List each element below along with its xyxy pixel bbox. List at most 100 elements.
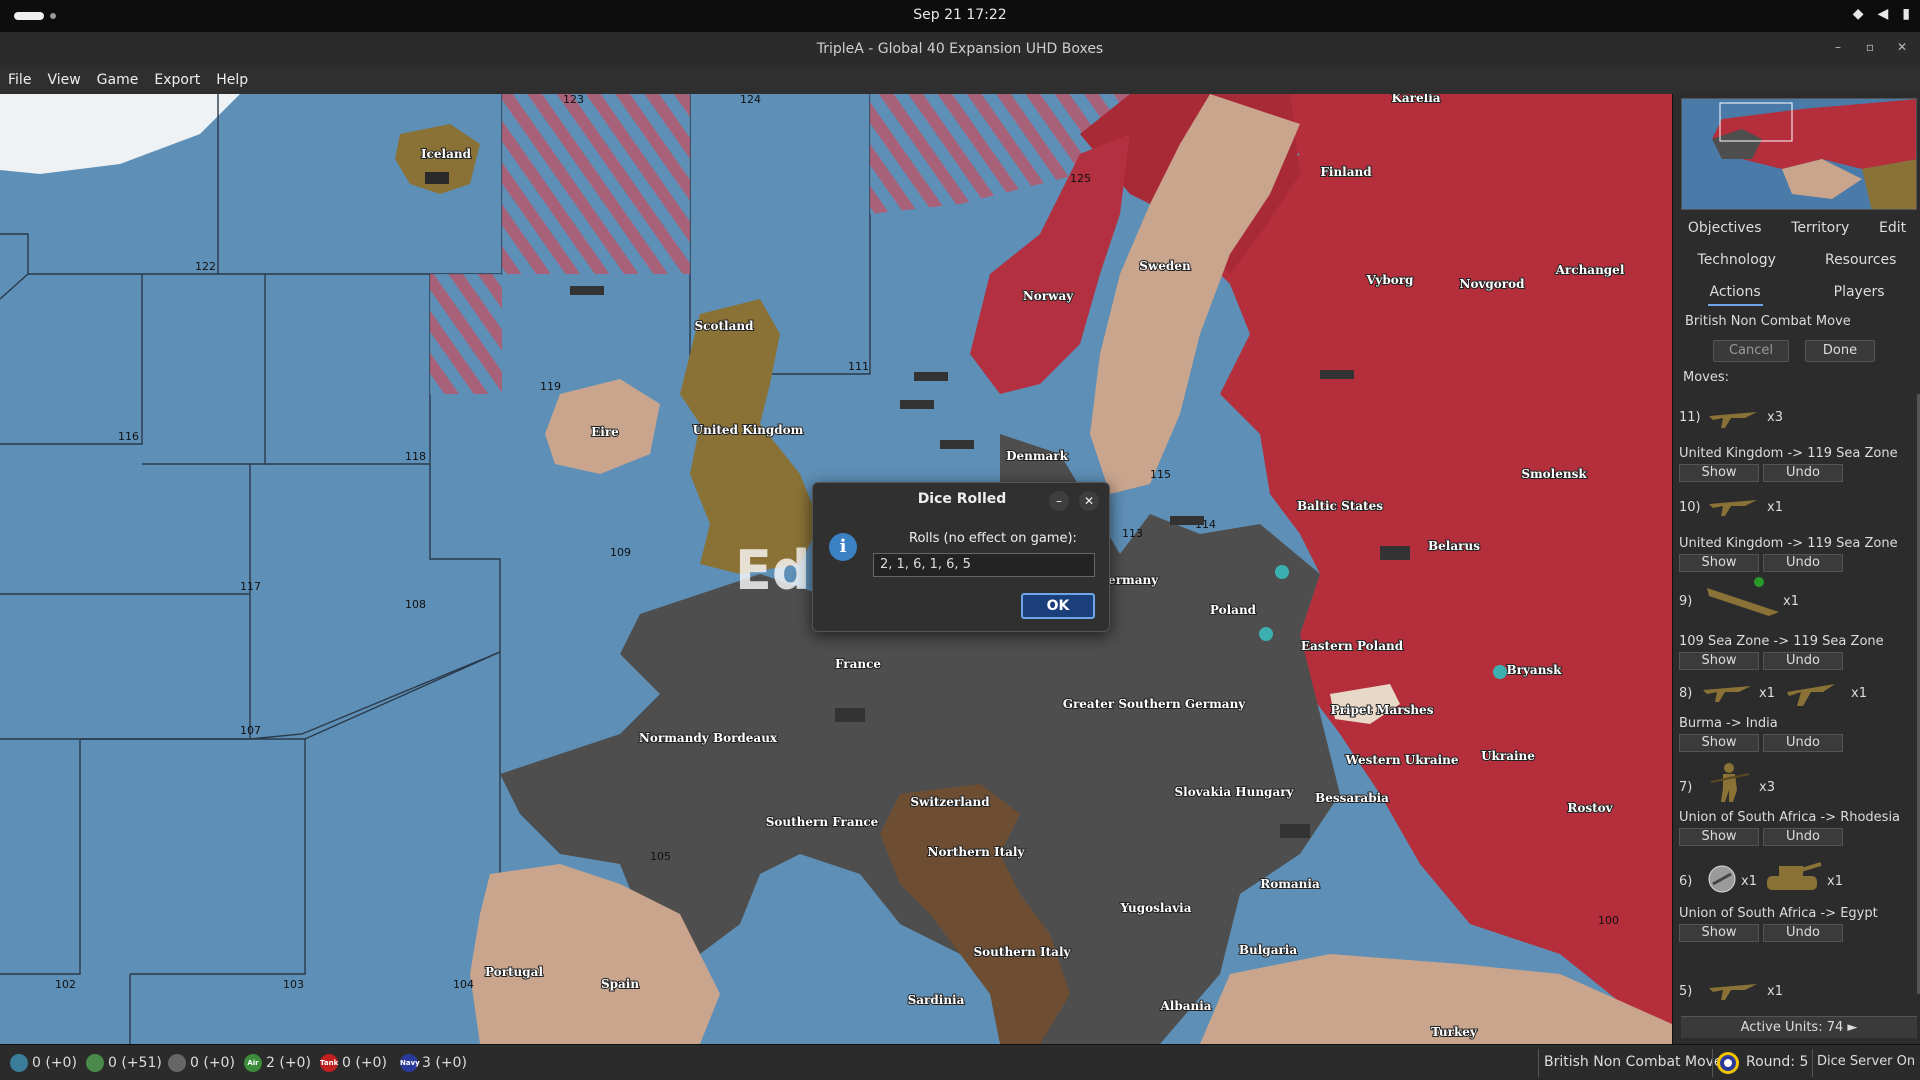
menu-help[interactable]: Help [208, 68, 256, 94]
territory-label: Novgorod [1459, 277, 1525, 291]
undo-button[interactable]: Undo [1763, 554, 1843, 572]
territory-label: Ukraine [1481, 749, 1535, 763]
territory-label: Scotland [695, 319, 755, 333]
fighter-icon [1709, 500, 1757, 516]
unit-tank-icon[interactable] [425, 172, 449, 184]
ok-button[interactable]: OK [1021, 593, 1095, 619]
undo-button[interactable]: Undo [1763, 652, 1843, 670]
window-titlebar: TripleA - Global 40 Expansion UHD Boxes … [0, 32, 1920, 68]
resource-value: 0 (+0) [342, 1055, 387, 1071]
unit-marker-icon[interactable] [1275, 565, 1289, 579]
round-label: Round: 5 [1746, 1054, 1809, 1070]
sea-zone-label: 123 [563, 94, 584, 106]
territory-label: Turkey [1431, 1025, 1478, 1039]
territory-label: Romania [1260, 877, 1320, 891]
undo-button[interactable]: Undo [1763, 464, 1843, 482]
minimap[interactable] [1681, 98, 1917, 210]
sea-zone-label: 119 [540, 380, 561, 393]
tab-players[interactable]: Players [1832, 280, 1887, 306]
resource-item: 0 (+0) [10, 1054, 77, 1072]
menu-view[interactable]: View [39, 68, 88, 94]
unit-tank-icon[interactable] [1280, 824, 1310, 838]
territory-label: Karelia [1391, 94, 1440, 105]
resource-value: 0 (+0) [190, 1055, 235, 1071]
resource-value: 0 (+0) [32, 1055, 77, 1071]
dialog-minimize-icon[interactable]: – [1049, 491, 1069, 511]
tab-territory[interactable]: Territory [1789, 216, 1851, 240]
show-button[interactable]: Show [1679, 652, 1759, 670]
unit-tank-icon[interactable] [1380, 546, 1410, 560]
unit-ship-icon[interactable] [570, 286, 604, 295]
unit-ship-icon[interactable] [940, 440, 974, 449]
territory-label: Rostov [1567, 801, 1613, 815]
sea-zone-label: 125 [1070, 172, 1091, 185]
unit-ship-icon[interactable] [1170, 516, 1204, 525]
unit-ship-icon[interactable] [1320, 370, 1354, 379]
sea-zone-label: 104 [453, 978, 474, 991]
undo-button[interactable]: Undo [1763, 924, 1843, 942]
sea-zone-label: 111 [848, 360, 869, 373]
territory-label: Southern France [766, 815, 879, 829]
tab-technology[interactable]: Technology [1696, 248, 1778, 272]
move-number: 7) [1679, 780, 1693, 795]
menu-game[interactable]: Game [89, 68, 147, 94]
undo-button[interactable]: Undo [1763, 734, 1843, 752]
maximize-icon[interactable]: ▫ [1860, 40, 1880, 60]
sea-zone-label: 113 [1122, 527, 1143, 540]
territory-label: Bessarabia [1315, 791, 1389, 805]
unit-marker-icon[interactable] [1493, 665, 1507, 679]
unit-ship-icon[interactable] [900, 400, 934, 409]
done-button[interactable]: Done [1805, 340, 1875, 362]
battery-icon: ▮ [1902, 6, 1910, 22]
move-quantity: x1 [1741, 874, 1757, 889]
tab-resources[interactable]: Resources [1823, 248, 1899, 272]
moves-list: 11) x3 United Kingdom -> 119 Sea Zone Sh… [1673, 390, 1911, 1012]
territory-label: Switzerland [910, 795, 990, 809]
dice-rolled-dialog: Dice Rolled – ✕ i Rolls (no effect on ga… [812, 482, 1110, 632]
territory-label: Bryansk [1506, 663, 1562, 677]
tab-edit[interactable]: Edit [1877, 216, 1908, 240]
minimize-icon[interactable]: – [1828, 40, 1848, 60]
sea-zone-label: 118 [405, 450, 426, 463]
active-units-button[interactable]: Active Units: 74 ► [1681, 1016, 1917, 1038]
panel-tabs-row2: Technology Resources [1673, 248, 1920, 272]
menu-file[interactable]: File [0, 68, 39, 94]
tab-actions[interactable]: Actions [1707, 280, 1763, 306]
status-phase: British Non Combat Move [1544, 1054, 1723, 1070]
unit-tank-icon[interactable] [835, 708, 865, 722]
show-button[interactable]: Show [1679, 924, 1759, 942]
aa-gun-icon [1708, 865, 1736, 893]
unit-ship-icon[interactable] [914, 372, 948, 381]
dice-rolls-field[interactable]: 2, 1, 6, 1, 6, 5 [873, 553, 1095, 577]
show-button[interactable]: Show [1679, 828, 1759, 846]
infantry-icon [1710, 763, 1750, 802]
territory-label: Poland [1210, 603, 1257, 617]
resource-item: Tank 0 (+0) [320, 1054, 387, 1072]
move-route: Union of South Africa -> Egypt [1679, 906, 1878, 921]
window-title: TripleA - Global 40 Expansion UHD Boxes [816, 41, 1104, 57]
territory-label: Portugal [485, 965, 543, 979]
undo-button[interactable]: Undo [1763, 828, 1843, 846]
territory-label: Eastern Poland [1301, 639, 1404, 653]
move-route: 109 Sea Zone -> 119 Sea Zone [1679, 634, 1884, 649]
move-route: Burma -> India [1679, 716, 1778, 731]
resource-item: Navy 3 (+0) [400, 1054, 467, 1072]
resource-item: 0 (+0) [168, 1054, 235, 1072]
show-button[interactable]: Show [1679, 464, 1759, 482]
move-route: Union of South Africa -> Rhodesia [1679, 810, 1901, 825]
system-tray[interactable]: ◆ ◀ ▮ [1853, 6, 1910, 22]
move-route: United Kingdom -> 119 Sea Zone [1679, 536, 1898, 551]
tab-objectives[interactable]: Objectives [1686, 216, 1764, 240]
sea-zone-label: 108 [405, 598, 426, 611]
territory-label: Baltic States [1297, 499, 1383, 513]
unit-marker-icon[interactable] [1259, 627, 1273, 641]
close-icon[interactable]: ✕ [1892, 40, 1912, 60]
show-button[interactable]: Show [1679, 734, 1759, 752]
air-res-icon: Air [244, 1054, 262, 1072]
cancel-button[interactable]: Cancel [1713, 340, 1789, 362]
territory-label: Vyborg [1366, 273, 1415, 287]
show-button[interactable]: Show [1679, 554, 1759, 572]
dialog-close-icon[interactable]: ✕ [1079, 491, 1099, 511]
menu-export[interactable]: Export [146, 68, 208, 94]
system-clock[interactable]: Sep 21 17:22 [0, 7, 1920, 23]
